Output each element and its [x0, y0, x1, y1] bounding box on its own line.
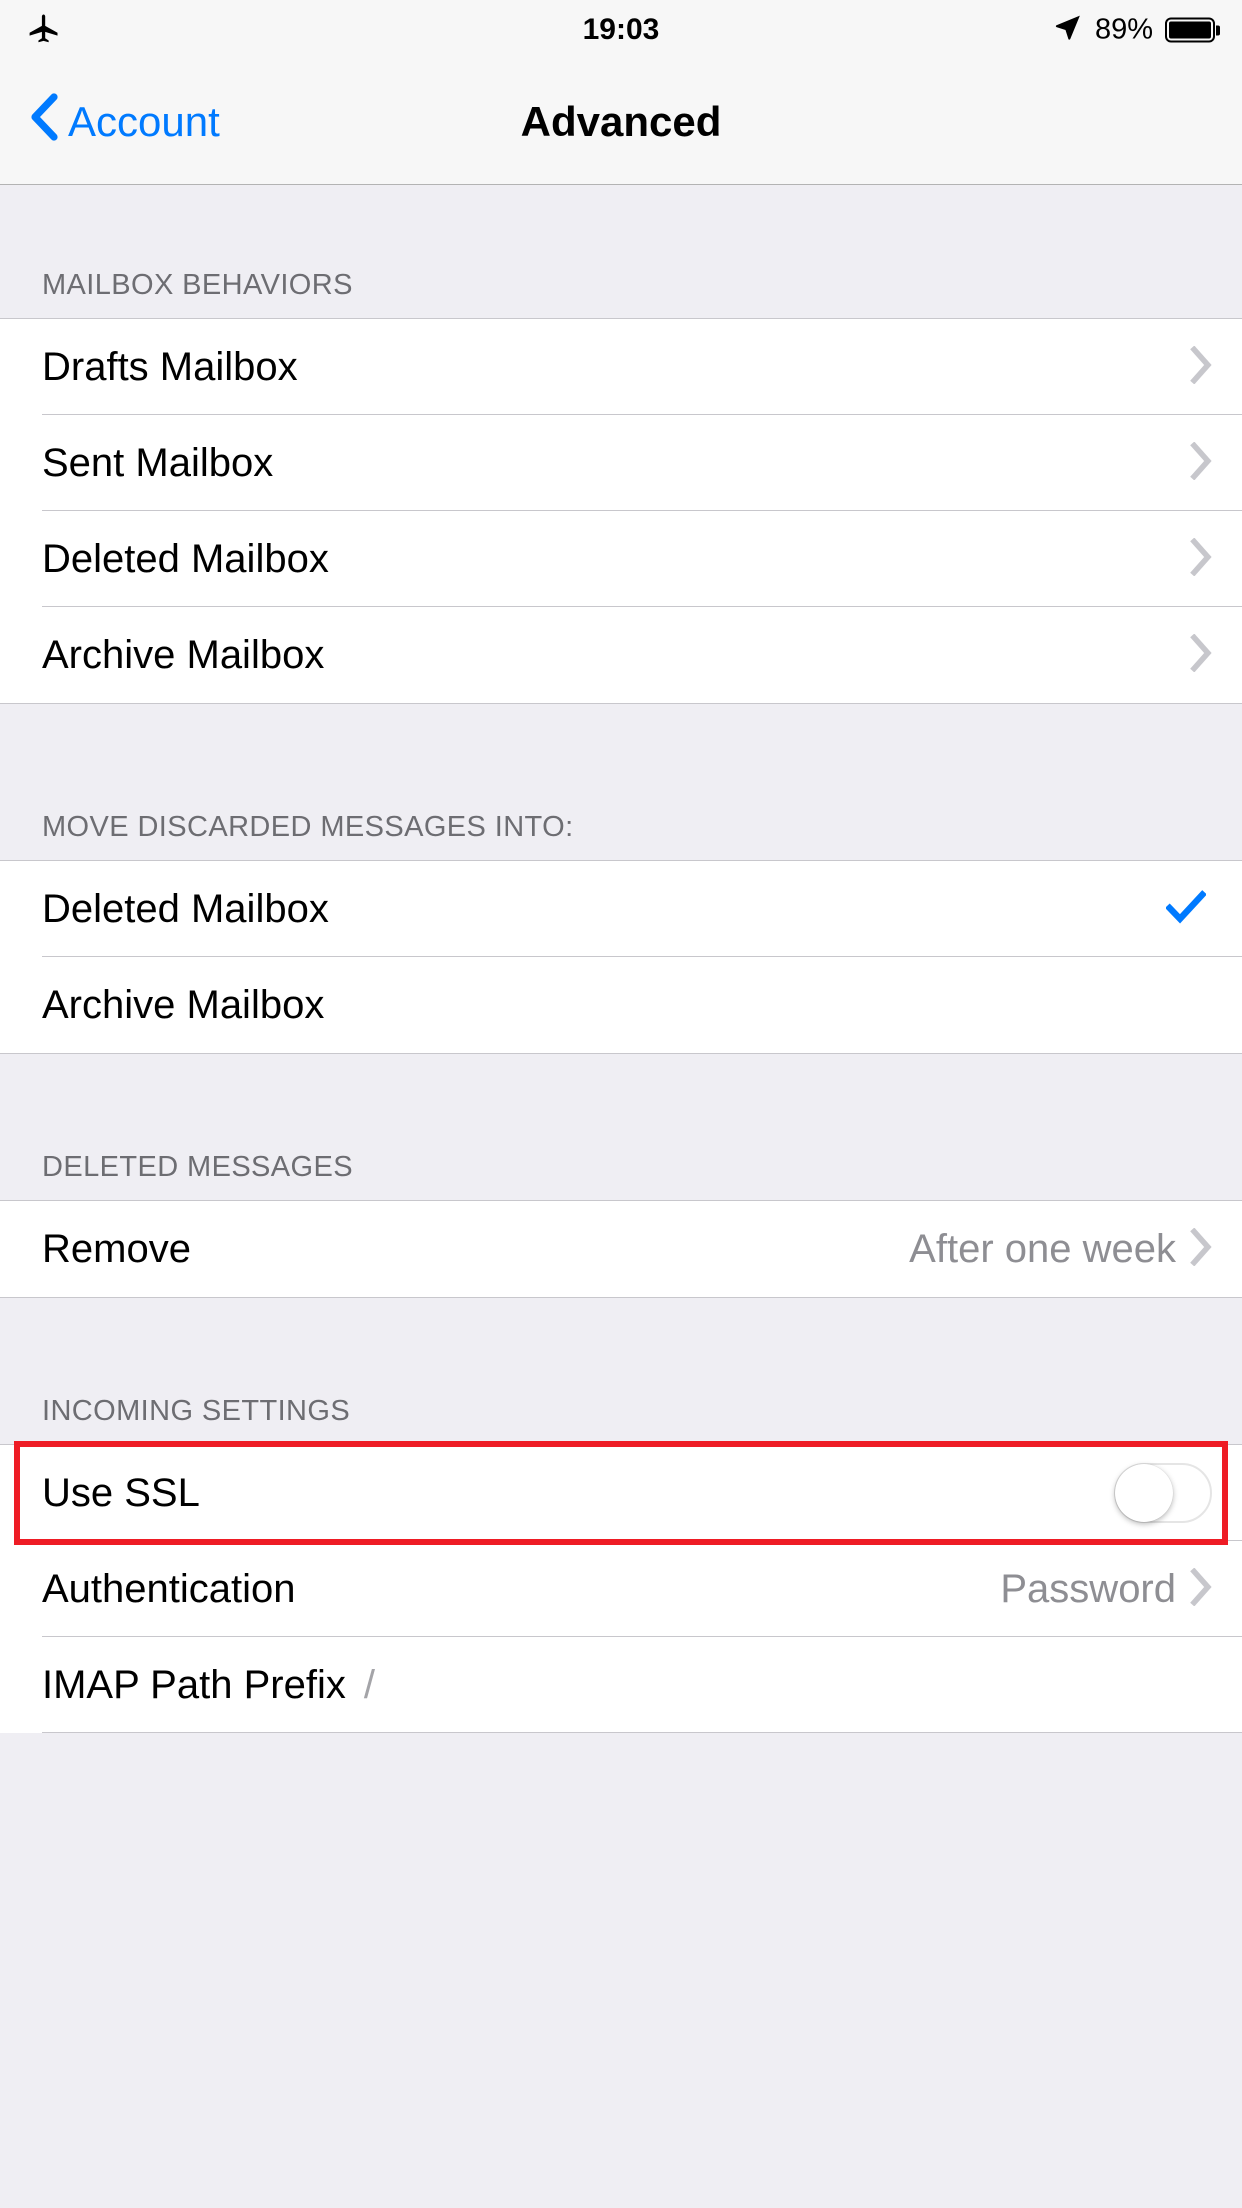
chevron-right-icon — [1190, 537, 1212, 581]
section-header-move-discarded: MOVE DISCARDED MESSAGES INTO: — [0, 704, 1242, 860]
table-row-use-ssl[interactable]: Use SSL — [0, 1445, 1242, 1541]
chevron-right-icon — [1190, 441, 1212, 485]
row-accessory: After one week — [909, 1227, 1212, 1272]
group-deleted-messages: Remove After one week — [0, 1200, 1242, 1298]
row-label: Drafts Mailbox — [42, 344, 298, 389]
chevron-right-icon — [1190, 1567, 1212, 1611]
battery-percent-label: 89% — [1094, 13, 1153, 46]
table-row[interactable]: Remove After one week — [0, 1201, 1242, 1297]
chevron-right-icon — [1190, 345, 1212, 389]
table-row[interactable]: Authentication Password — [0, 1541, 1242, 1637]
section-header-mailbox-behaviors: MAILBOX BEHAVIORS — [0, 185, 1242, 318]
row-label: Archive Mailbox — [42, 982, 325, 1027]
location-arrow-icon — [1053, 13, 1083, 48]
table-row[interactable]: Archive Mailbox — [0, 957, 1242, 1053]
row-label: Deleted Mailbox — [42, 886, 329, 931]
table-row-imap-path-prefix[interactable]: IMAP Path Prefix / — [0, 1637, 1242, 1733]
navigation-bar: Account Advanced — [0, 60, 1242, 185]
row-separator — [42, 1732, 1242, 1733]
toggle-knob — [1115, 1464, 1173, 1522]
row-value: Password — [1000, 1566, 1176, 1611]
row-accessory: Password — [1000, 1567, 1212, 1612]
imap-path-prefix-value: / — [363, 1662, 375, 1707]
ios-settings-screen: 19:03 89% Account Advanced MAILBOX BEHAV… — [0, 0, 1242, 2208]
table-row[interactable]: Deleted Mailbox — [0, 511, 1242, 607]
row-accessory — [1114, 1463, 1212, 1523]
status-bar-right: 89% — [1053, 13, 1220, 48]
row-accessory — [1190, 633, 1212, 677]
row-accessory — [1190, 537, 1212, 581]
row-label: Use SSL — [42, 1470, 200, 1515]
row-value: After one week — [909, 1226, 1176, 1271]
row-accessory — [1190, 345, 1212, 389]
chevron-right-icon — [1190, 633, 1212, 677]
page-title: Advanced — [520, 98, 722, 145]
group-incoming-settings: Use SSL Authentication Password IMAP Pat… — [0, 1444, 1242, 1733]
row-label: IMAP Path Prefix — [42, 1662, 346, 1707]
table-row[interactable]: Deleted Mailbox — [0, 861, 1242, 957]
status-bar: 19:03 89% — [0, 0, 1242, 60]
row-label: Sent Mailbox — [42, 440, 274, 485]
row-label: Archive Mailbox — [42, 632, 325, 677]
section-header-deleted-messages: DELETED MESSAGES — [0, 1054, 1242, 1200]
section-header-incoming-settings: INCOMING SETTINGS — [0, 1298, 1242, 1444]
row-accessory — [1190, 441, 1212, 485]
row-label: Remove — [42, 1226, 191, 1271]
chevron-right-icon — [1190, 1227, 1212, 1271]
battery-full-icon — [1165, 17, 1220, 43]
group-mailbox-behaviors: Drafts Mailbox Sent Mailbox Deleted Mail… — [0, 318, 1242, 704]
table-row[interactable]: Drafts Mailbox — [0, 319, 1242, 415]
checkmark-icon — [1165, 889, 1207, 929]
table-row[interactable]: Sent Mailbox — [0, 415, 1242, 511]
table-row[interactable]: Archive Mailbox — [0, 607, 1242, 703]
row-accessory — [1165, 889, 1212, 929]
row-label: Authentication — [42, 1566, 296, 1611]
use-ssl-toggle[interactable] — [1114, 1463, 1212, 1523]
group-move-discarded: Deleted Mailbox Archive Mailbox — [0, 860, 1242, 1054]
row-label: Deleted Mailbox — [42, 536, 329, 581]
